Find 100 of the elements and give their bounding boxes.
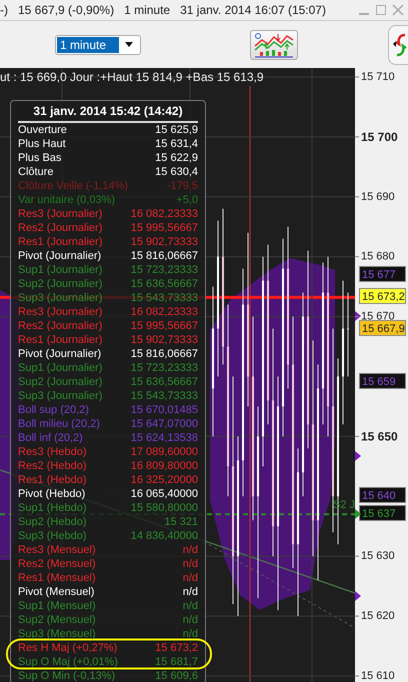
price-tag: 15 640 bbox=[359, 487, 406, 504]
title-text: 31 janv. 2014 16:07 (15:07) bbox=[180, 3, 326, 17]
axis-label: 15 620 bbox=[361, 610, 395, 622]
price-tag: 15 659 bbox=[359, 373, 406, 390]
row-value: 16 809,80000 bbox=[130, 459, 198, 473]
row-label: Sup O Min (-0,13%) bbox=[18, 669, 116, 682]
row-value: 15 673,2 bbox=[155, 641, 198, 655]
row-label: Var unitaire (0,03%) bbox=[18, 193, 116, 207]
tooltip-title: 31 janv. 2014 15:42 (14:42) bbox=[18, 103, 198, 123]
row-label: Clôture Veille (-1,14%) bbox=[18, 179, 128, 193]
row-label: Sup2 (Hebdo) bbox=[18, 515, 86, 529]
row-value: 16 065,40000 bbox=[130, 487, 198, 501]
row-value: -179,5 bbox=[166, 179, 198, 193]
row-label: Res3 (Journalier) bbox=[18, 207, 102, 221]
row-label: Sup2 (Mensuel) bbox=[18, 613, 96, 627]
row-value: 14 836,40000 bbox=[130, 529, 198, 543]
row-label: Res1 (Journalier) bbox=[18, 235, 102, 249]
row-value: 15 625,9 bbox=[155, 123, 198, 137]
axis-label: 15 690 bbox=[361, 190, 395, 203]
row-value: 15 622,9 bbox=[155, 151, 198, 165]
title-text: -) bbox=[0, 3, 8, 17]
row-value: 15 636,56667 bbox=[130, 277, 198, 291]
row-value: n/d bbox=[182, 627, 198, 641]
row-label: Boll sup (20,2) bbox=[18, 403, 89, 417]
title-text: 15 667,9 (-0,90%) bbox=[18, 3, 114, 17]
row-value: 15 543,73333 bbox=[130, 291, 198, 305]
row-value: 15 630,4 bbox=[155, 165, 198, 179]
row-value: 15 609,6 bbox=[155, 669, 198, 682]
row-value: n/d bbox=[182, 571, 198, 585]
price-tag: 15 637 bbox=[359, 505, 406, 522]
axis-label: 15 630 bbox=[361, 550, 395, 562]
row-label: Res3 (Mensuel) bbox=[18, 543, 96, 557]
row-value: 15 647,07000 bbox=[130, 417, 198, 431]
row-value: 15 631,4 bbox=[155, 137, 198, 151]
row-label: Ouverture bbox=[18, 123, 67, 137]
row-label: Res2 (Mensuel) bbox=[18, 557, 96, 571]
row-value: 15 723,23333 bbox=[130, 263, 198, 277]
row-label: Res1 (Hebdo) bbox=[18, 473, 86, 487]
row-label: Pivot (Journalier) bbox=[18, 347, 102, 361]
row-value: 16 325,20000 bbox=[130, 473, 198, 487]
row-value: 17 089,60000 bbox=[130, 445, 198, 459]
row-value: 15 902,73333 bbox=[130, 333, 198, 347]
row-label: Sup O Maj (+0,01%) bbox=[18, 655, 118, 669]
row-value: n/d bbox=[182, 585, 198, 599]
row-label: Sup2 (Journalier) bbox=[18, 375, 102, 389]
row-value: 15 636,56667 bbox=[130, 375, 198, 389]
row-label: Clôture bbox=[18, 165, 54, 179]
row-value: 15 670,01485 bbox=[130, 403, 198, 417]
row-value: 15 321 bbox=[164, 515, 198, 529]
row-value: 15 681,7 bbox=[155, 655, 198, 669]
row-label: Sup1 (Journalier) bbox=[18, 263, 102, 277]
axis-label: 15 700 bbox=[361, 130, 398, 144]
row-label: Boll milieu (20,2) bbox=[18, 417, 100, 431]
row-value: 15 902,73333 bbox=[130, 235, 198, 249]
row-label: Sup2 (Journalier) bbox=[18, 277, 102, 291]
row-label: Sup3 (Journalier) bbox=[18, 291, 102, 305]
price-tag: 15 667,9 bbox=[359, 320, 406, 336]
row-value: +5,0 bbox=[176, 193, 198, 207]
row-value: 15 816,06667 bbox=[130, 249, 198, 263]
row-value: n/d bbox=[182, 599, 198, 613]
row-label: Plus Bas bbox=[18, 151, 62, 165]
row-label: Plus Haut bbox=[18, 137, 66, 151]
row-label: Pivot (Journalier) bbox=[18, 249, 102, 263]
row-value: n/d bbox=[182, 543, 198, 557]
row-label: Boll inf (20,2) bbox=[18, 431, 83, 445]
row-value: 16 082,23333 bbox=[130, 305, 198, 319]
price-tag: 15 673,2 bbox=[359, 288, 406, 304]
row-value: 15 995,56667 bbox=[130, 221, 198, 235]
row-label: Res2 (Journalier) bbox=[18, 221, 102, 235]
interval-dropdown[interactable]: 1 minute bbox=[55, 34, 141, 54]
candlestick bbox=[347, 292, 349, 377]
axis-label: 15 680 bbox=[361, 250, 395, 263]
row-value: 15 580,80000 bbox=[130, 501, 198, 515]
row-value: 15 816,06667 bbox=[130, 347, 198, 361]
row-value: 16 082,23333 bbox=[130, 207, 198, 221]
row-value: 15 543,73333 bbox=[130, 389, 198, 403]
row-label: Sup3 (Mensuel) bbox=[18, 627, 96, 641]
axis-label: 15 650 bbox=[361, 429, 398, 444]
row-label: Res3 (Journalier) bbox=[18, 305, 102, 319]
row-label: Res1 (Mensuel) bbox=[18, 571, 96, 585]
row-value: 15 624,13538 bbox=[130, 431, 198, 445]
chart-header: ut : 15 669,0 Jour :+Haut 15 814,9 +Bas 15 613,9 bbox=[0, 70, 264, 84]
row-value: n/d bbox=[182, 557, 198, 571]
row-label: Sup3 (Journalier) bbox=[18, 389, 102, 403]
row-label: Sup1 (Mensuel) bbox=[18, 599, 96, 613]
row-value: 15 995,56667 bbox=[130, 319, 198, 333]
row-label: Sup1 (Journalier) bbox=[18, 361, 102, 375]
row-label: Res2 (Hebdo) bbox=[18, 459, 86, 473]
row-label: Pivot (Hebdo) bbox=[18, 487, 86, 501]
row-label: Pivot (Mensuel) bbox=[18, 585, 94, 599]
row-label: Sup3 (Hebdo) bbox=[18, 529, 86, 543]
row-label: Res1 (Journalier) bbox=[18, 333, 102, 347]
axis-label: 15 710 bbox=[361, 70, 395, 83]
row-value: 15 723,23333 bbox=[130, 361, 198, 375]
row-label: Sup1 (Hebdo) bbox=[18, 501, 86, 515]
axis-label: 15 670 bbox=[361, 310, 395, 323]
axis-label: 15 610 bbox=[361, 670, 395, 682]
price-tag: 15 677 bbox=[359, 266, 406, 282]
row-label: Res H Maj (+0,27%) bbox=[18, 641, 118, 655]
row-label: Res2 (Journalier) bbox=[18, 319, 102, 333]
